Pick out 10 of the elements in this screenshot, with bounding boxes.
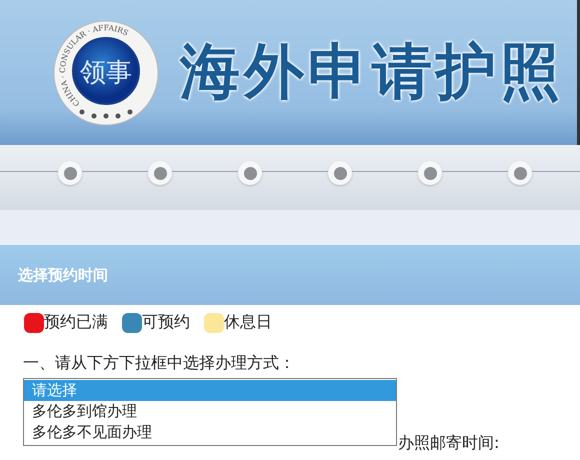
- legend-label: 预约已满: [44, 312, 108, 333]
- legend-label: 休息日: [224, 312, 272, 333]
- dropdown-option[interactable]: 多伦多不见面办理: [24, 422, 396, 443]
- dropdown-option[interactable]: 多伦多到馆办理: [24, 401, 396, 422]
- partial-label: 办照邮寄时间:: [398, 433, 500, 454]
- page-title: 海外申请护照: [180, 36, 564, 109]
- question-label: 一、请从下方下拉框中选择办理方式：: [22, 352, 296, 374]
- section-title: 选择预约时间: [18, 266, 108, 284]
- dropdown-list[interactable]: 请选择 多伦多到馆办理 多伦多不见面办理: [23, 378, 397, 446]
- legend-label: 可预约: [142, 312, 190, 333]
